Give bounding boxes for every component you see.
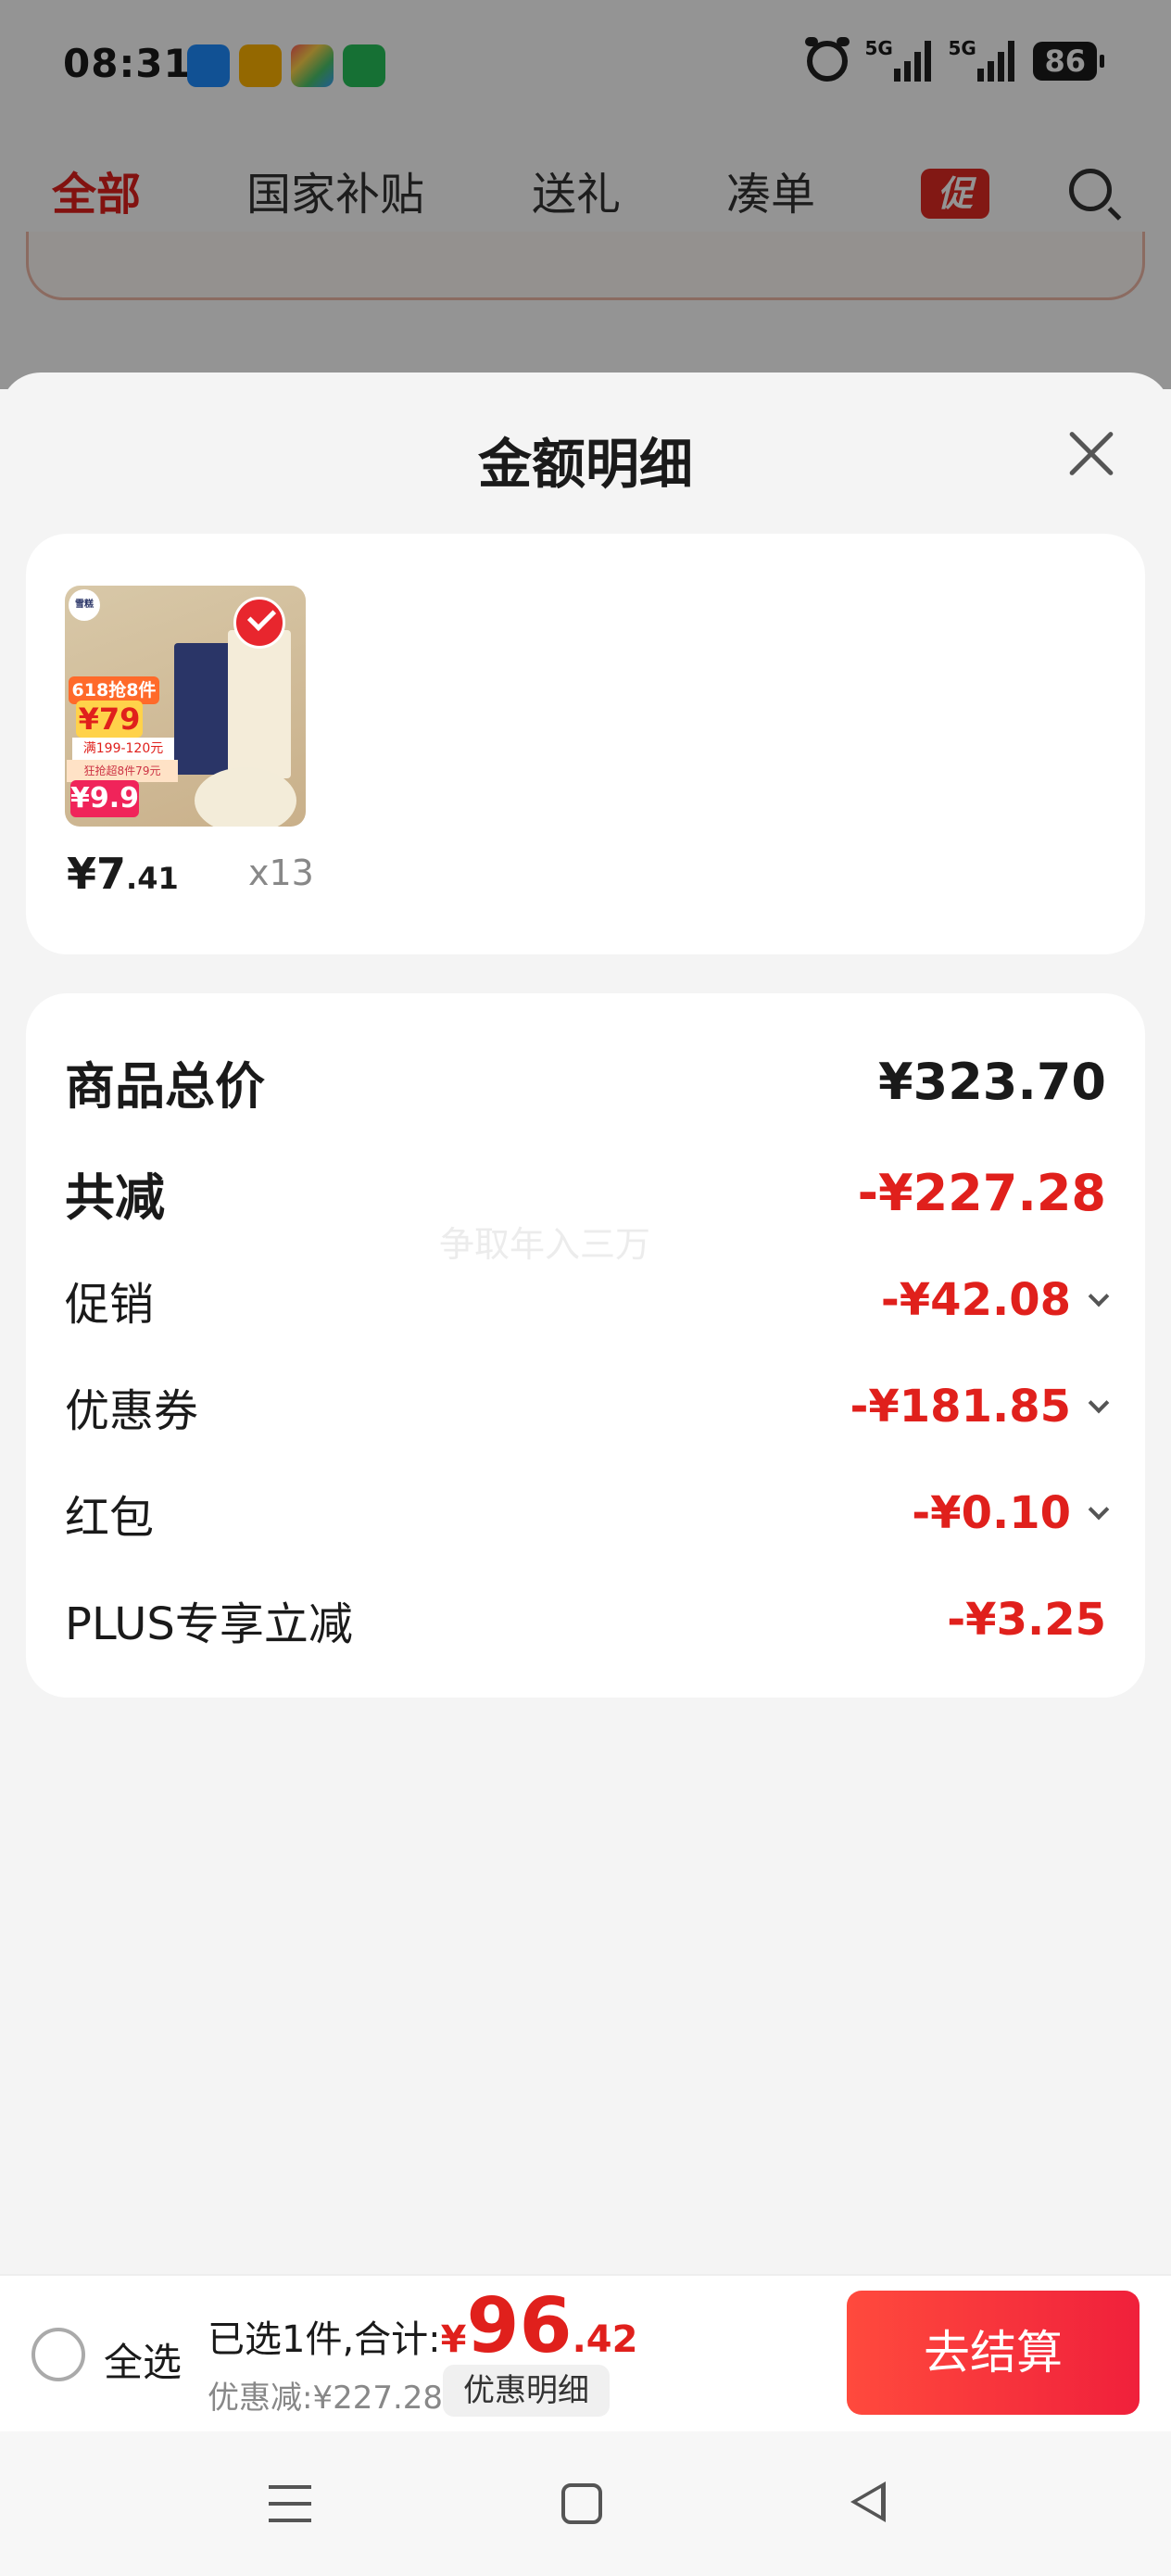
quantity: x13	[248, 852, 314, 893]
row-value: -¥227.28	[857, 1164, 1106, 1222]
row-label: 红包	[65, 1492, 155, 1544]
brand-logo: 雪糕	[69, 589, 100, 621]
plus-discount-row: PLUS专享立减 -¥3.25	[65, 1587, 1106, 1652]
total-integer: 96	[466, 2282, 573, 2370]
close-icon[interactable]	[1064, 426, 1119, 482]
price-integer: 7	[96, 849, 127, 899]
discount-detail-button[interactable]: 优惠明细	[443, 2365, 610, 2417]
thumbnail-price: ¥9.9	[70, 780, 139, 817]
price-decimal: .41	[126, 861, 179, 896]
row-label: 优惠券	[65, 1385, 199, 1437]
product-card: 雪糕 618抢8件 ¥79 满199-120元 狂抢超8件79元 ¥9.9 ¥7…	[26, 534, 1145, 954]
chevron-down-icon[interactable]	[1088, 1498, 1110, 1521]
system-navigation-bar	[0, 2431, 1171, 2576]
select-all-radio[interactable]	[31, 2328, 85, 2381]
select-all-label[interactable]: 全选	[104, 2331, 182, 2388]
row-value: -¥0.10	[912, 1487, 1071, 1539]
chevron-down-icon[interactable]	[1088, 1392, 1110, 1414]
modal-overlay[interactable]	[0, 0, 1171, 389]
discount-summary: 优惠减:¥227.28	[208, 2380, 444, 2417]
total-decimal: .42	[572, 2318, 638, 2361]
row-label: PLUS专享立减	[65, 1598, 353, 1650]
home-icon[interactable]	[561, 2483, 602, 2524]
back-icon[interactable]	[850, 2481, 886, 2522]
summary-label: 已选1件,合计:	[208, 2318, 441, 2361]
row-value: ¥323.70	[878, 1053, 1106, 1111]
coupon-row[interactable]: 优惠券 -¥181.85	[65, 1374, 1110, 1439]
chevron-down-icon[interactable]	[1088, 1285, 1110, 1307]
ice-cream-image	[195, 767, 296, 827]
row-value: -¥181.85	[850, 1381, 1071, 1433]
checkout-button[interactable]: 去结算	[847, 2291, 1140, 2415]
row-label: 促销	[65, 1279, 155, 1331]
thumbnail-price: ¥79	[76, 701, 143, 738]
row-label: 共减	[65, 1168, 165, 1227]
menu-icon[interactable]	[269, 2485, 311, 2522]
sheet-title: 金额明细	[477, 433, 693, 496]
amount-detail-sheet: 金额明细 雪糕 618抢8件 ¥79 满199-120元 狂抢超8件79元 ¥9…	[0, 373, 1171, 2274]
unit-price: ¥7.41	[67, 849, 179, 899]
row-value: -¥42.08	[880, 1274, 1071, 1326]
checkout-bar: 全选 已选1件,合计: ¥ 96 .42 优惠减:¥227.28 优惠明细 去结…	[0, 2274, 1171, 2431]
checkmark-icon	[233, 597, 285, 649]
order-summary: 已选1件,合计: ¥ 96 .42	[208, 2289, 637, 2365]
product-thumbnail[interactable]: 雪糕 618抢8件 ¥79 满199-120元 狂抢超8件79元 ¥9.9	[65, 586, 306, 827]
row-value: -¥3.25	[947, 1594, 1106, 1646]
promotion-row[interactable]: 促销 -¥42.08	[65, 1268, 1110, 1332]
thumbnail-promo-tag: 狂抢超8件79元	[67, 760, 178, 782]
price-breakdown-card: 商品总价 ¥323.70 共减 -¥227.28 争取年入三万 促销 -¥42.…	[26, 993, 1145, 1698]
watermark: 争取年入三万	[439, 1224, 651, 1265]
currency-symbol: ¥	[67, 849, 97, 899]
product-pack-image	[228, 630, 291, 778]
row-label: 商品总价	[65, 1057, 265, 1116]
thumbnail-subtext: 满199-120元	[72, 738, 174, 760]
total-price-row: 商品总价 ¥323.70	[65, 1045, 1106, 1118]
background-page: 08:31 5G 5G 86 全部 国家补贴 送礼 凑单 促	[0, 0, 1171, 426]
red-packet-row[interactable]: 红包 -¥0.10	[65, 1481, 1110, 1546]
currency-symbol: ¥	[440, 2318, 467, 2361]
